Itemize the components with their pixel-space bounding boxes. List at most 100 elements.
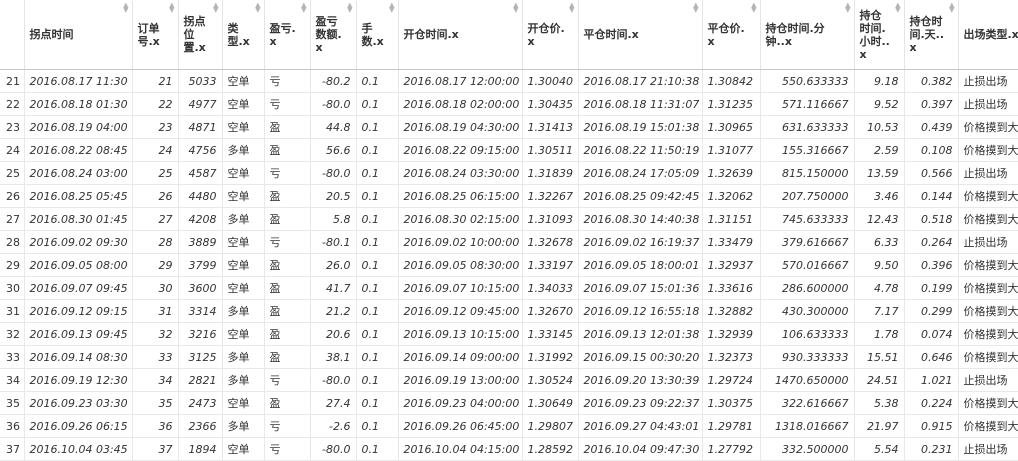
column-header-label: 持仓时间.天..x xyxy=(910,15,945,54)
table-cell: 36 xyxy=(132,415,178,438)
column-header-label: 手数.x xyxy=(362,22,384,48)
row-index-cell: 26 xyxy=(0,185,24,208)
table-cell: 盈 xyxy=(264,185,310,208)
column-header[interactable]: 拐点位置.x▲▼ xyxy=(178,0,222,70)
table-cell: 33 xyxy=(132,346,178,369)
table-cell: 0.224 xyxy=(904,392,958,415)
table-cell: 2016.09.27 04:43:01 xyxy=(578,415,702,438)
table-row[interactable]: 362016.09.26 06:15362366多单亏-2.60.12016.0… xyxy=(0,415,1018,438)
table-row[interactable]: 372016.10.04 03:45371894空单亏-80.00.12016.… xyxy=(0,438,1018,461)
table-row[interactable]: 292016.09.05 08:00293799空单盈26.00.12016.0… xyxy=(0,254,1018,277)
table-cell: 27 xyxy=(132,208,178,231)
row-index-cell: 27 xyxy=(0,208,24,231)
table-row[interactable]: 282016.09.02 09:30283889空单亏-80.10.12016.… xyxy=(0,231,1018,254)
table-cell: 2016.08.25 09:42:45 xyxy=(578,185,702,208)
table-cell: 0.1 xyxy=(356,208,398,231)
column-header-label: 平仓时间.x xyxy=(584,28,639,41)
column-header[interactable]: 盈亏.x▲▼ xyxy=(264,0,310,70)
row-index-cell: 28 xyxy=(0,231,24,254)
table-cell: 空单 xyxy=(222,277,264,300)
table-row[interactable]: 222016.08.18 01:30224977空单亏-80.00.12016.… xyxy=(0,93,1018,116)
table-cell: 2016.08.19 04:00 xyxy=(24,116,132,139)
table-cell: 1.32882 xyxy=(702,300,760,323)
table-cell: 570.016667 xyxy=(760,254,854,277)
table-cell: -80.1 xyxy=(310,231,356,254)
sort-arrows-icon[interactable]: ▲▼ xyxy=(301,3,306,13)
sort-arrows-icon[interactable]: ▲▼ xyxy=(347,3,352,13)
row-index-cell: 23 xyxy=(0,116,24,139)
table-cell: 2016.09.12 16:55:18 xyxy=(578,300,702,323)
table-row[interactable]: 242016.08.22 08:45244756多单盈56.60.12016.0… xyxy=(0,139,1018,162)
table-cell: 亏 xyxy=(264,70,310,93)
column-header[interactable]: 平仓时间.x ▲▼ xyxy=(578,0,702,70)
table-row[interactable]: 252016.08.24 03:00254587空单亏-80.00.12016.… xyxy=(0,162,1018,185)
table-cell: 2016.09.13 10:15:00 xyxy=(398,323,522,346)
sort-arrows-icon[interactable]: ▲▼ xyxy=(513,3,518,13)
table-row[interactable]: 232016.08.19 04:00234871空单盈44.80.12016.0… xyxy=(0,116,1018,139)
table-row[interactable]: 312016.09.12 09:15313314多单盈21.20.12016.0… xyxy=(0,300,1018,323)
table-cell: 0.074 xyxy=(904,323,958,346)
column-header[interactable]: 持仓时间.分钟..x▲▼ xyxy=(760,0,854,70)
table-cell: 止损出场 xyxy=(958,93,1018,116)
column-header[interactable]: 订单号.x▲▼ xyxy=(132,0,178,70)
sort-arrows-icon[interactable]: ▲▼ xyxy=(569,3,574,13)
sort-arrows-icon[interactable]: ▲▼ xyxy=(169,3,174,13)
table-row[interactable]: 302016.09.07 09:45303600空单盈41.70.12016.0… xyxy=(0,277,1018,300)
vertical-scrollbar[interactable] xyxy=(1014,0,1018,450)
column-header[interactable]: 类型.x▲▼ xyxy=(222,0,264,70)
table-cell: 0.1 xyxy=(356,300,398,323)
sort-arrows-icon[interactable]: ▲▼ xyxy=(751,3,756,13)
column-header[interactable]: 开仓价.x▲▼ xyxy=(522,0,578,70)
table-cell: 550.633333 xyxy=(760,70,854,93)
column-header[interactable]: 开仓时间.x▲▼ xyxy=(398,0,522,70)
sort-arrows-icon[interactable]: ▲▼ xyxy=(693,3,698,13)
column-header[interactable]: 平仓价.x▲▼ xyxy=(702,0,760,70)
column-header[interactable]: 持仓时间.小时..x▲▼ xyxy=(854,0,904,70)
table-cell: 2016.08.17 11:30 xyxy=(24,70,132,93)
table-cell: 空单 xyxy=(222,231,264,254)
table-cell: 1.29781 xyxy=(702,415,760,438)
table-cell: 2016.09.02 09:30 xyxy=(24,231,132,254)
table-cell: 空单 xyxy=(222,438,264,461)
table-cell: 2016.10.04 09:47:30 xyxy=(578,438,702,461)
table-cell: 4.78 xyxy=(854,277,904,300)
table-row[interactable]: 212016.08.17 11:30215033空单亏-80.20.12016.… xyxy=(0,70,1018,93)
table-cell: 1.32062 xyxy=(702,185,760,208)
table-row[interactable]: 322016.09.13 09:45323216空单盈20.60.12016.0… xyxy=(0,323,1018,346)
table-cell: 44.8 xyxy=(310,116,356,139)
sort-arrows-icon[interactable]: ▲▼ xyxy=(213,3,218,13)
sort-arrows-icon[interactable]: ▲▼ xyxy=(389,3,394,13)
table-cell: 1.28592 xyxy=(522,438,578,461)
table-row[interactable]: 342016.09.19 12:30342821多单亏-80.00.12016.… xyxy=(0,369,1018,392)
column-header[interactable]: 持仓时间.天..x ▲▼ xyxy=(904,0,958,70)
table-cell: 4871 xyxy=(178,116,222,139)
table-cell: 空单 xyxy=(222,93,264,116)
table-cell: 2016.08.17 21:10:38 xyxy=(578,70,702,93)
table-row[interactable]: 332016.09.14 08:30333125多单盈38.10.12016.0… xyxy=(0,346,1018,369)
table-cell: 1.31093 xyxy=(522,208,578,231)
table-row[interactable]: 352016.09.23 03:30352473空单盈27.40.12016.0… xyxy=(0,392,1018,415)
sort-arrows-icon[interactable]: ▲▼ xyxy=(123,3,128,13)
sort-arrows-icon[interactable]: ▲▼ xyxy=(949,3,954,13)
sort-arrows-icon[interactable]: ▲▼ xyxy=(255,3,260,13)
column-header[interactable]: 手数.x ▲▼ xyxy=(356,0,398,70)
table-cell: 3889 xyxy=(178,231,222,254)
table-cell: 5.8 xyxy=(310,208,356,231)
table-cell: 38.1 xyxy=(310,346,356,369)
table-cell: 1.32639 xyxy=(702,162,760,185)
table-cell: 止损出场 xyxy=(958,438,1018,461)
table-row[interactable]: 262016.08.25 05:45264480空单盈20.50.12016.0… xyxy=(0,185,1018,208)
sort-arrows-icon[interactable]: ▲▼ xyxy=(895,3,900,13)
column-header[interactable]: 拐点时间▲▼ xyxy=(24,0,132,70)
table-cell: 2016.09.26 06:45:00 xyxy=(398,415,522,438)
table-cell: 815.150000 xyxy=(760,162,854,185)
table-cell: 2016.09.07 10:15:00 xyxy=(398,277,522,300)
column-header[interactable]: 盈亏数额.x▲▼ xyxy=(310,0,356,70)
table-cell: 2016.09.05 18:00:01 xyxy=(578,254,702,277)
table-cell: 2016.09.13 09:45 xyxy=(24,323,132,346)
table-cell: 0.439 xyxy=(904,116,958,139)
sort-arrows-icon[interactable]: ▲▼ xyxy=(845,3,850,13)
table-row[interactable]: 272016.08.30 01:45274208多单盈5.80.12016.08… xyxy=(0,208,1018,231)
column-header[interactable]: 出场类型.x▲▼ xyxy=(958,0,1018,70)
table-cell: 多单 xyxy=(222,139,264,162)
